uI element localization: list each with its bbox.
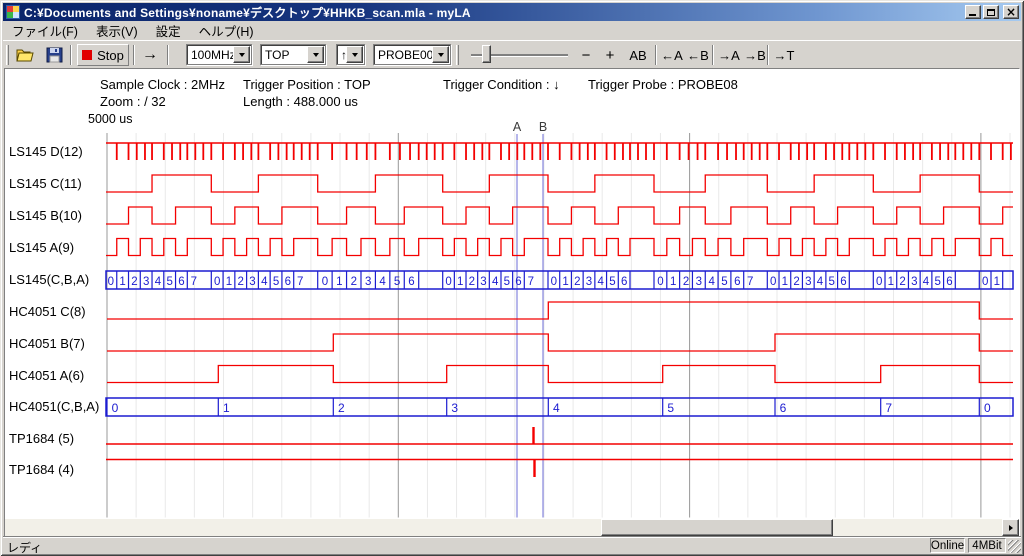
svg-text:0: 0 — [551, 276, 557, 288]
svg-text:B: B — [539, 120, 547, 134]
svg-text:0: 0 — [984, 401, 991, 415]
svg-text:0: 0 — [770, 276, 776, 288]
svg-text:5: 5 — [829, 276, 835, 288]
svg-text:7: 7 — [528, 276, 534, 288]
svg-text:3: 3 — [696, 276, 702, 288]
svg-text:0: 0 — [108, 276, 114, 288]
svg-text:1: 1 — [119, 276, 125, 288]
svg-text:5: 5 — [166, 276, 172, 288]
svg-text:5: 5 — [935, 276, 941, 288]
svg-text:2: 2 — [469, 276, 475, 288]
svg-text:1: 1 — [336, 276, 342, 288]
svg-text:4: 4 — [708, 276, 715, 288]
svg-text:5: 5 — [504, 276, 510, 288]
svg-text:4: 4 — [492, 276, 499, 288]
svg-text:0: 0 — [214, 276, 220, 288]
svg-text:5: 5 — [609, 276, 615, 288]
resize-grip[interactable] — [1008, 540, 1021, 553]
svg-text:4: 4 — [817, 276, 824, 288]
svg-text:7: 7 — [191, 276, 197, 288]
svg-text:6: 6 — [780, 401, 787, 415]
scrollbar-right-button[interactable] — [1002, 519, 1019, 536]
svg-text:A: A — [513, 120, 522, 134]
scrollbar-thumb[interactable] — [601, 519, 833, 536]
waveform-plot[interactable]: AB01234567012345670123456012345670123456… — [0, 0, 1024, 556]
svg-text:4: 4 — [155, 276, 162, 288]
svg-text:3: 3 — [143, 276, 149, 288]
status-bar: レディ Online 4MBit — [3, 537, 1021, 553]
svg-text:3: 3 — [805, 276, 811, 288]
svg-text:4: 4 — [553, 401, 560, 415]
svg-text:5: 5 — [667, 401, 674, 415]
svg-text:1: 1 — [226, 276, 232, 288]
svg-text:2: 2 — [131, 276, 137, 288]
svg-text:0: 0 — [112, 401, 119, 415]
svg-text:1: 1 — [223, 401, 230, 415]
svg-text:6: 6 — [734, 276, 740, 288]
svg-text:1: 1 — [994, 276, 1000, 288]
svg-text:2: 2 — [338, 401, 345, 415]
svg-text:2: 2 — [683, 276, 689, 288]
svg-text:0: 0 — [322, 276, 328, 288]
svg-text:5: 5 — [721, 276, 727, 288]
svg-text:1: 1 — [888, 276, 894, 288]
svg-text:6: 6 — [840, 276, 846, 288]
svg-text:3: 3 — [586, 276, 592, 288]
status-online-panel: Online — [930, 538, 965, 553]
status-ready-text: レディ — [7, 539, 42, 556]
svg-text:2: 2 — [574, 276, 580, 288]
svg-text:3: 3 — [249, 276, 255, 288]
svg-text:3: 3 — [365, 276, 371, 288]
svg-text:1: 1 — [562, 276, 568, 288]
svg-text:0: 0 — [876, 276, 882, 288]
svg-text:5: 5 — [273, 276, 279, 288]
status-memory-panel: 4MBit — [968, 538, 1006, 553]
app-window: C:¥Documents and Settings¥noname¥デスクトップ¥… — [0, 0, 1024, 556]
svg-text:2: 2 — [899, 276, 905, 288]
svg-text:6: 6 — [408, 276, 414, 288]
svg-text:5: 5 — [394, 276, 400, 288]
svg-text:3: 3 — [911, 276, 917, 288]
svg-text:4: 4 — [923, 276, 930, 288]
svg-text:2: 2 — [793, 276, 799, 288]
svg-text:1: 1 — [457, 276, 463, 288]
svg-text:1: 1 — [782, 276, 788, 288]
svg-text:0: 0 — [657, 276, 663, 288]
svg-text:0: 0 — [982, 276, 988, 288]
svg-text:3: 3 — [451, 401, 458, 415]
svg-text:4: 4 — [261, 276, 268, 288]
svg-text:2: 2 — [351, 276, 357, 288]
svg-text:3: 3 — [480, 276, 486, 288]
svg-text:1: 1 — [670, 276, 676, 288]
svg-text:6: 6 — [178, 276, 184, 288]
horizontal-scrollbar[interactable] — [5, 519, 1019, 536]
svg-text:2: 2 — [238, 276, 244, 288]
svg-text:7: 7 — [885, 401, 892, 415]
svg-text:6: 6 — [946, 276, 952, 288]
svg-text:7: 7 — [747, 276, 753, 288]
svg-text:7: 7 — [297, 276, 303, 288]
svg-text:4: 4 — [598, 276, 605, 288]
svg-text:4: 4 — [379, 276, 386, 288]
svg-text:6: 6 — [515, 276, 521, 288]
svg-text:0: 0 — [445, 276, 451, 288]
svg-text:6: 6 — [285, 276, 291, 288]
svg-text:6: 6 — [621, 276, 627, 288]
right-triangle-icon — [1009, 525, 1013, 531]
